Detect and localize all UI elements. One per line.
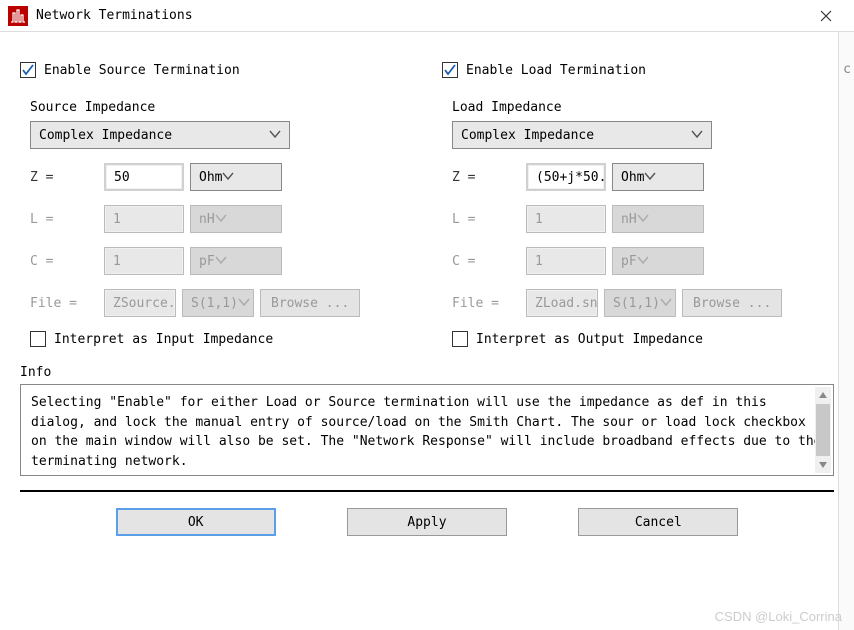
scroll-up-icon[interactable] (815, 387, 831, 403)
info-scrollbar[interactable] (815, 387, 831, 473)
close-button[interactable] (806, 2, 846, 30)
apply-button[interactable]: Apply (347, 508, 507, 536)
source-c-unit-select: pF (190, 247, 282, 275)
right-edge-decoration: c (838, 32, 854, 630)
load-z-label: Z = (452, 170, 520, 185)
source-c-input: 1 (104, 247, 184, 275)
load-c-input: 1 (526, 247, 606, 275)
close-icon (820, 10, 832, 22)
check-icon (444, 64, 456, 76)
load-l-input: 1 (526, 205, 606, 233)
source-file-input: ZSource. (104, 289, 176, 317)
source-impedance-label: Source Impedance (30, 100, 412, 115)
source-c-label: C = (30, 254, 98, 269)
load-interpret-label: Interpret as Output Impedance (476, 332, 703, 347)
load-z-unit-select[interactable]: Ohm (612, 163, 704, 191)
source-l-unit-select: nH (190, 205, 282, 233)
load-browse-button[interactable]: Browse ... (682, 289, 782, 317)
scroll-down-icon[interactable] (815, 457, 831, 473)
source-interpret-label: Interpret as Input Impedance (54, 332, 273, 347)
info-textarea[interactable]: Selecting "Enable" for either Load or So… (20, 384, 834, 476)
load-impedance-label: Load Impedance (452, 100, 834, 115)
enable-load-checkbox[interactable] (442, 62, 458, 78)
info-label: Info (20, 365, 834, 380)
chevron-down-icon (637, 254, 649, 269)
ok-button[interactable]: OK (116, 508, 276, 536)
app-icon (8, 6, 28, 26)
chevron-down-icon (215, 212, 227, 227)
load-z-input[interactable]: (50+j*50. (526, 163, 606, 191)
load-c-unit-select: pF (612, 247, 704, 275)
source-l-label: L = (30, 212, 98, 227)
load-c-label: C = (452, 254, 520, 269)
scroll-thumb[interactable] (816, 404, 830, 456)
enable-source-label: Enable Source Termination (44, 63, 240, 78)
source-file-param-select: S(1,1) (182, 289, 254, 317)
source-file-label: File = (30, 296, 98, 311)
chevron-down-icon (269, 128, 281, 143)
chevron-down-icon (637, 212, 649, 227)
check-icon (22, 64, 34, 76)
source-column: Enable Source Termination Source Impedan… (20, 50, 412, 347)
chevron-down-icon (691, 128, 703, 143)
load-column: Enable Load Termination Load Impedance C… (442, 50, 834, 347)
source-browse-button[interactable]: Browse ... (260, 289, 360, 317)
load-file-param-select: S(1,1) (604, 289, 676, 317)
source-z-unit-select[interactable]: Ohm (190, 163, 282, 191)
chevron-down-icon (660, 296, 672, 311)
source-interpret-checkbox[interactable] (30, 331, 46, 347)
load-l-label: L = (452, 212, 520, 227)
load-file-input: ZLoad.sn (526, 289, 598, 317)
watermark: CSDN @Loki_Corrina (715, 609, 842, 624)
chevron-down-icon (644, 170, 656, 185)
source-l-input: 1 (104, 205, 184, 233)
enable-load-label: Enable Load Termination (466, 63, 646, 78)
titlebar: Network Terminations (0, 0, 854, 32)
load-file-label: File = (452, 296, 520, 311)
dialog-title: Network Terminations (36, 8, 806, 23)
chevron-down-icon (238, 296, 250, 311)
chevron-down-icon (222, 170, 234, 185)
load-l-unit-select: nH (612, 205, 704, 233)
enable-source-checkbox[interactable] (20, 62, 36, 78)
load-type-select[interactable]: Complex Impedance (452, 121, 712, 149)
load-type-value: Complex Impedance (461, 128, 594, 143)
load-interpret-checkbox[interactable] (452, 331, 468, 347)
chevron-down-icon (215, 254, 227, 269)
source-z-input[interactable]: 50 (104, 163, 184, 191)
source-type-value: Complex Impedance (39, 128, 172, 143)
cancel-button[interactable]: Cancel (578, 508, 738, 536)
source-z-label: Z = (30, 170, 98, 185)
source-type-select[interactable]: Complex Impedance (30, 121, 290, 149)
info-text: Selecting "Enable" for either Load or So… (31, 395, 822, 469)
